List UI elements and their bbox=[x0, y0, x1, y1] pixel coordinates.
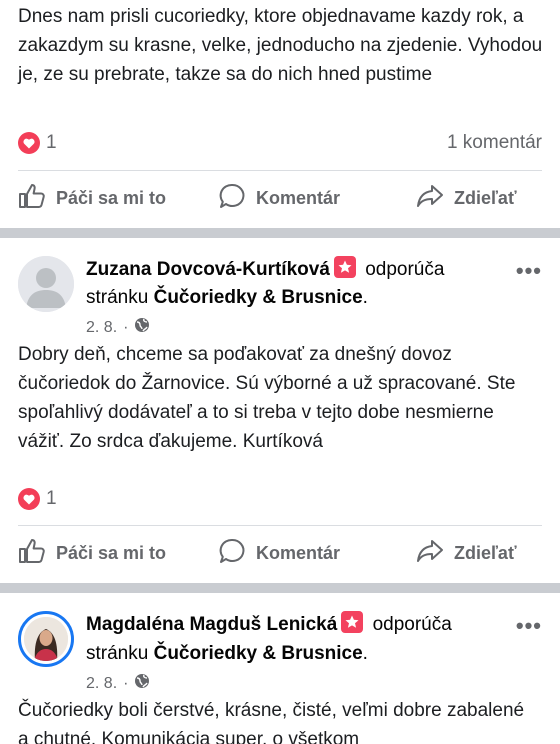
review-header-line: Zuzana Dovcová-Kurtíková odporúča bbox=[86, 255, 500, 285]
like-label: Páči sa mi to bbox=[56, 187, 167, 208]
meta-dot: · bbox=[123, 318, 129, 336]
like-icon bbox=[18, 183, 46, 214]
comment-count-link[interactable]: 1 komentár bbox=[447, 132, 542, 154]
post-actions: Páči sa mi to Komentár Zdieľať bbox=[0, 528, 560, 578]
review-page-line: stránku Čučoriedky & Brusnice. bbox=[86, 283, 368, 313]
recommend-star-icon bbox=[333, 256, 356, 278]
period: . bbox=[362, 287, 368, 308]
like-button[interactable]: Páči sa mi to bbox=[18, 538, 166, 569]
post-date[interactable]: 2. 8. bbox=[86, 675, 117, 693]
share-button[interactable]: Zdieľať bbox=[416, 539, 517, 568]
review-page-line: stránku Čučoriedky & Brusnice. bbox=[86, 639, 368, 669]
post-separator bbox=[0, 583, 560, 593]
share-label: Zdieľať bbox=[454, 187, 517, 208]
post-text: Čučoriedky boli čerstvé, krásne, čisté, … bbox=[18, 700, 525, 744]
post-text: Dobry deň, chceme sa poďakovať za dnešný… bbox=[18, 344, 516, 452]
like-icon bbox=[18, 538, 46, 569]
meta-dot: · bbox=[123, 674, 129, 692]
page-name-link[interactable]: Čučoriedky & Brusnice bbox=[154, 287, 363, 308]
like-label: Páči sa mi to bbox=[56, 542, 167, 563]
period: . bbox=[362, 643, 368, 664]
reaction-summary[interactable]: 1 bbox=[18, 488, 57, 510]
post-text: Dnes nam prisli cucoriedky, ktore objedn… bbox=[18, 6, 543, 85]
reaction-count: 1 bbox=[46, 132, 57, 153]
post-actions: Páči sa mi to Komentár Zdieľať bbox=[0, 173, 560, 223]
share-label: Zdieľať bbox=[454, 542, 517, 563]
post-meta: 2. 8. · bbox=[86, 673, 150, 694]
profile-photo bbox=[24, 617, 68, 661]
comment-button[interactable]: Komentár bbox=[218, 537, 340, 570]
post-separator bbox=[0, 228, 560, 238]
heart-icon bbox=[18, 488, 40, 510]
review-header-line: Magdaléna Magduš Lenická odporúča bbox=[86, 610, 500, 640]
reactions-row: 1 1 komentár bbox=[18, 128, 542, 158]
globe-icon bbox=[134, 673, 150, 694]
share-button[interactable]: Zdieľať bbox=[416, 184, 517, 213]
comment-label: Komentár bbox=[256, 542, 341, 563]
comment-icon bbox=[218, 182, 246, 215]
share-icon bbox=[416, 539, 444, 568]
page-name-link[interactable]: Čučoriedky & Brusnice bbox=[154, 643, 363, 664]
comment-button[interactable]: Komentár bbox=[218, 182, 340, 215]
author-name[interactable]: Magdaléna Magduš Lenická bbox=[86, 614, 337, 635]
reactions-row: 1 bbox=[18, 484, 542, 514]
avatar[interactable] bbox=[18, 256, 74, 312]
page-prefix: stránku bbox=[86, 287, 149, 308]
more-icon[interactable]: ••• bbox=[516, 258, 542, 284]
avatar[interactable] bbox=[18, 611, 74, 667]
reaction-count: 1 bbox=[46, 488, 57, 509]
author-name[interactable]: Zuzana Dovcová-Kurtíková bbox=[86, 259, 330, 280]
recommends-text: odporúča bbox=[365, 259, 445, 280]
reaction-summary[interactable]: 1 bbox=[18, 132, 57, 154]
comment-label: Komentár bbox=[256, 187, 341, 208]
like-button[interactable]: Páči sa mi to bbox=[18, 183, 166, 214]
divider bbox=[18, 170, 542, 171]
page-prefix: stránku bbox=[86, 643, 149, 664]
share-icon bbox=[416, 184, 444, 213]
recommends-text: odporúča bbox=[372, 614, 452, 635]
recommend-star-icon bbox=[341, 611, 364, 633]
more-icon[interactable]: ••• bbox=[516, 613, 542, 639]
comment-icon bbox=[218, 537, 246, 570]
post-date[interactable]: 2. 8. bbox=[86, 319, 117, 337]
default-avatar-icon bbox=[18, 256, 74, 312]
globe-icon bbox=[134, 317, 150, 338]
heart-icon bbox=[18, 132, 40, 154]
post-meta: 2. 8. · bbox=[86, 317, 150, 338]
divider bbox=[18, 525, 542, 526]
